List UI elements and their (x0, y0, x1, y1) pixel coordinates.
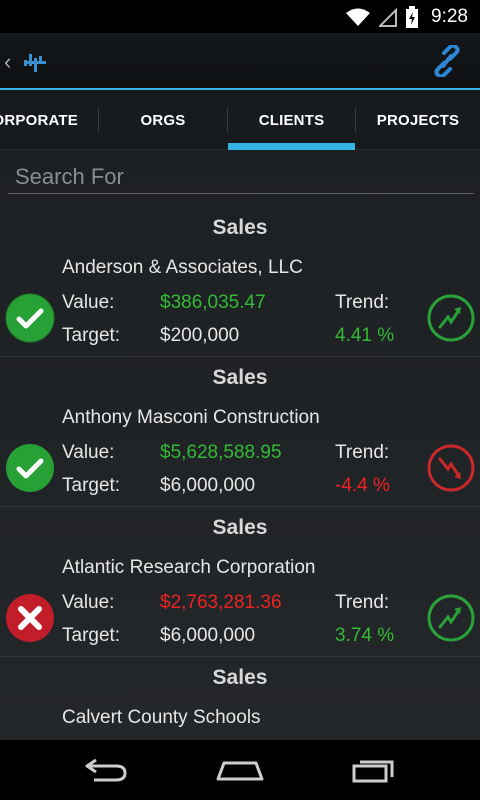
link-icon[interactable] (432, 45, 462, 77)
tab-projects[interactable]: PROJECTS (356, 90, 480, 150)
battery-icon (406, 5, 419, 28)
tab-label: CLIENTS (258, 111, 325, 129)
status-bar: 9:28 (0, 0, 480, 33)
value-amount: $5,628,588.95 (160, 442, 282, 463)
client-card[interactable]: Anthony Masconi Construction Value: $5,6… (0, 407, 480, 527)
value-amount: $386,035.47 (160, 292, 266, 313)
recents-icon[interactable] (352, 757, 396, 783)
tab-label: ORPORATE (0, 111, 78, 129)
value-label: Value: (62, 442, 115, 463)
section-header: Sales (212, 516, 268, 539)
trend-label: Trend: (335, 442, 390, 463)
trend-value: -4.4 % (335, 475, 390, 496)
client-name: Calvert County Schools (62, 707, 261, 728)
section-header: Sales (212, 216, 268, 239)
tab-orgs[interactable]: ORGS (99, 90, 227, 150)
signal-icon (379, 7, 398, 27)
card-separator (0, 506, 480, 507)
value-amount: $2,763,281.36 (160, 592, 282, 613)
target-amount: $6,000,000 (160, 475, 256, 496)
tab-strip: ORPORATE ORGS CLIENTS PROJECTS (0, 90, 480, 150)
client-name: Anderson & Associates, LLC (62, 257, 303, 278)
tab-label: ORGS (140, 111, 186, 129)
search-box[interactable] (8, 162, 474, 194)
tab-corporate[interactable]: ORPORATE (0, 90, 98, 150)
client-name: Atlantic Research Corporation (62, 557, 316, 578)
card-separator (0, 356, 480, 357)
client-list[interactable]: Sales Anderson & Associates, LLC Value: … (0, 150, 480, 740)
tab-label: PROJECTS (376, 111, 460, 129)
client-name: Anthony Masconi Construction (62, 407, 320, 428)
check-circle-icon (6, 444, 54, 492)
target-label: Target: (62, 475, 121, 496)
trend-up-icon[interactable] (426, 593, 476, 643)
search-input[interactable] (8, 162, 474, 192)
check-circle-icon (5, 293, 55, 343)
section-header: Sales (212, 666, 268, 689)
trend-up-icon[interactable] (426, 293, 476, 343)
x-circle-icon (6, 594, 54, 642)
target-label: Target: (62, 325, 121, 346)
trend-label: Trend: (335, 292, 390, 313)
target-amount: $200,000 (160, 325, 240, 346)
client-card[interactable]: Anderson & Associates, LLC Value: $386,0… (0, 257, 480, 377)
value-label: Value: (62, 292, 115, 313)
target-label: Target: (62, 625, 121, 646)
status-clock: 9:28 (431, 5, 468, 27)
trend-value: 4.41 % (335, 325, 395, 346)
tab-clients[interactable]: CLIENTS (228, 90, 355, 150)
up-caret-icon[interactable]: ‹ (4, 49, 18, 75)
home-icon[interactable] (216, 759, 264, 781)
trend-value: 3.74 % (335, 625, 395, 646)
wifi-icon (346, 8, 371, 26)
section-header: Sales (212, 366, 268, 389)
card-separator (0, 656, 480, 657)
back-icon[interactable] (84, 757, 128, 783)
value-label: Value: (62, 592, 115, 613)
client-card[interactable]: Calvert County Schools (0, 707, 480, 740)
action-bar: ‹ (0, 33, 480, 90)
target-amount: $6,000,000 (160, 625, 256, 646)
app-logo-icon[interactable] (24, 52, 46, 72)
client-card[interactable]: Atlantic Research Corporation Value: $2,… (0, 557, 480, 677)
nav-bar (0, 740, 480, 800)
trend-down-icon[interactable] (426, 443, 476, 493)
trend-label: Trend: (335, 592, 390, 613)
